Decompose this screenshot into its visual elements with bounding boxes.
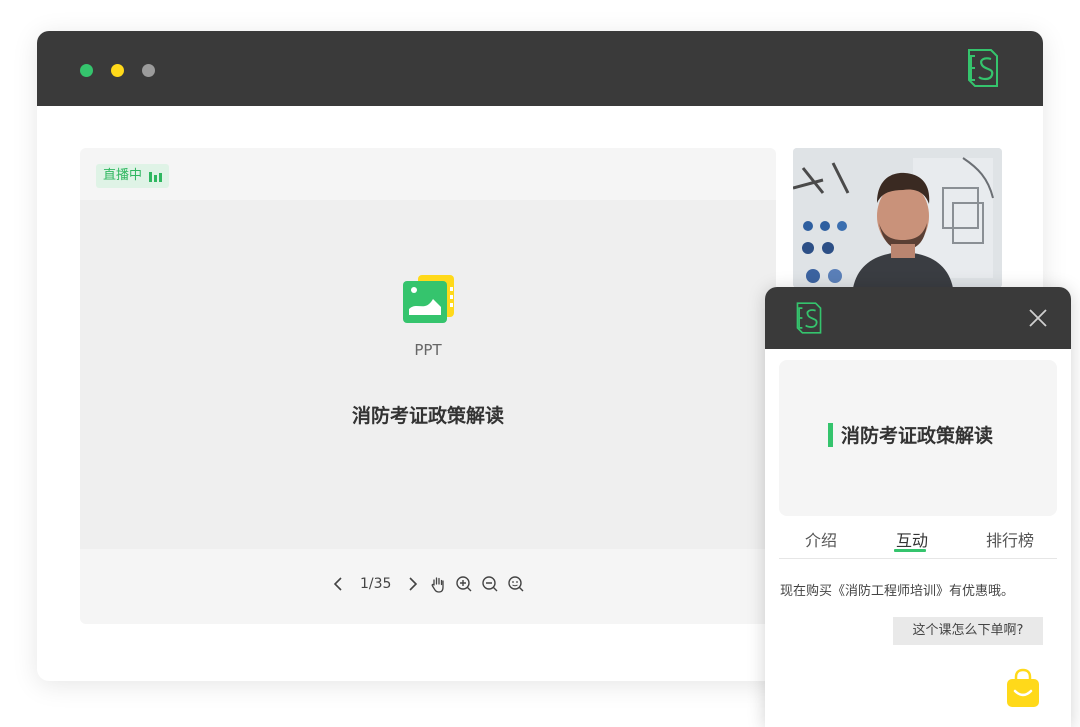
chat-message: 现在购买《消防工程师培训》有优惠哦。 xyxy=(780,584,1015,599)
tab-bar: 介绍 互动 排行榜 xyxy=(779,521,1057,559)
shopping-bag-icon[interactable] xyxy=(1005,668,1041,708)
ppt-file-icon xyxy=(403,275,454,323)
chevron-left-icon[interactable] xyxy=(330,575,348,593)
live-badge-label: 直播中 xyxy=(103,168,143,183)
hand-icon[interactable] xyxy=(429,575,447,593)
tab-intro[interactable]: 介绍 xyxy=(805,527,837,551)
zoom-out-icon[interactable] xyxy=(481,575,499,593)
slide-stage[interactable]: PPT 消防考证政策解读 xyxy=(80,200,776,549)
course-title: 消防考证政策解读 xyxy=(841,425,994,447)
es-logo-icon xyxy=(796,302,822,334)
tab-interaction[interactable]: 互动 xyxy=(896,527,928,551)
window-control-maximize[interactable] xyxy=(142,64,155,77)
course-card: 消防考证政策解读 xyxy=(779,360,1057,516)
zoom-in-icon[interactable] xyxy=(455,575,473,593)
window-control-minimize[interactable] xyxy=(111,64,124,77)
teacher-video[interactable] xyxy=(793,148,1002,288)
slide-title: 消防考证政策解读 xyxy=(351,405,504,427)
titlebar xyxy=(37,31,1043,106)
mobile-header xyxy=(765,287,1071,349)
live-player: 直播中 PPT 消防考证政策解读 1/35 xyxy=(80,148,776,624)
window-control-close[interactable] xyxy=(80,64,93,77)
active-tab-indicator xyxy=(894,549,926,552)
mobile-live-panel: 消防考证政策解读 介绍 互动 排行榜 现在购买《消防工程师培训》有优惠哦。 这个… xyxy=(765,287,1071,727)
content-type-label: PPT xyxy=(414,341,442,359)
zoom-reset-icon[interactable] xyxy=(507,575,525,593)
live-badge: 直播中 xyxy=(96,164,170,188)
close-icon[interactable] xyxy=(1027,307,1049,329)
page-counter: 1/35 xyxy=(360,576,392,592)
live-signal-icon xyxy=(149,172,163,182)
es-logo-icon xyxy=(968,49,998,87)
chat-message: 这个课怎么下单啊? xyxy=(893,617,1043,645)
slide-controls: 1/35 xyxy=(330,572,525,596)
course-title-accent xyxy=(828,423,833,447)
chevron-right-icon[interactable] xyxy=(403,575,421,593)
teacher-camera-image xyxy=(793,148,1002,288)
tab-leaderboard[interactable]: 排行榜 xyxy=(986,527,1034,551)
